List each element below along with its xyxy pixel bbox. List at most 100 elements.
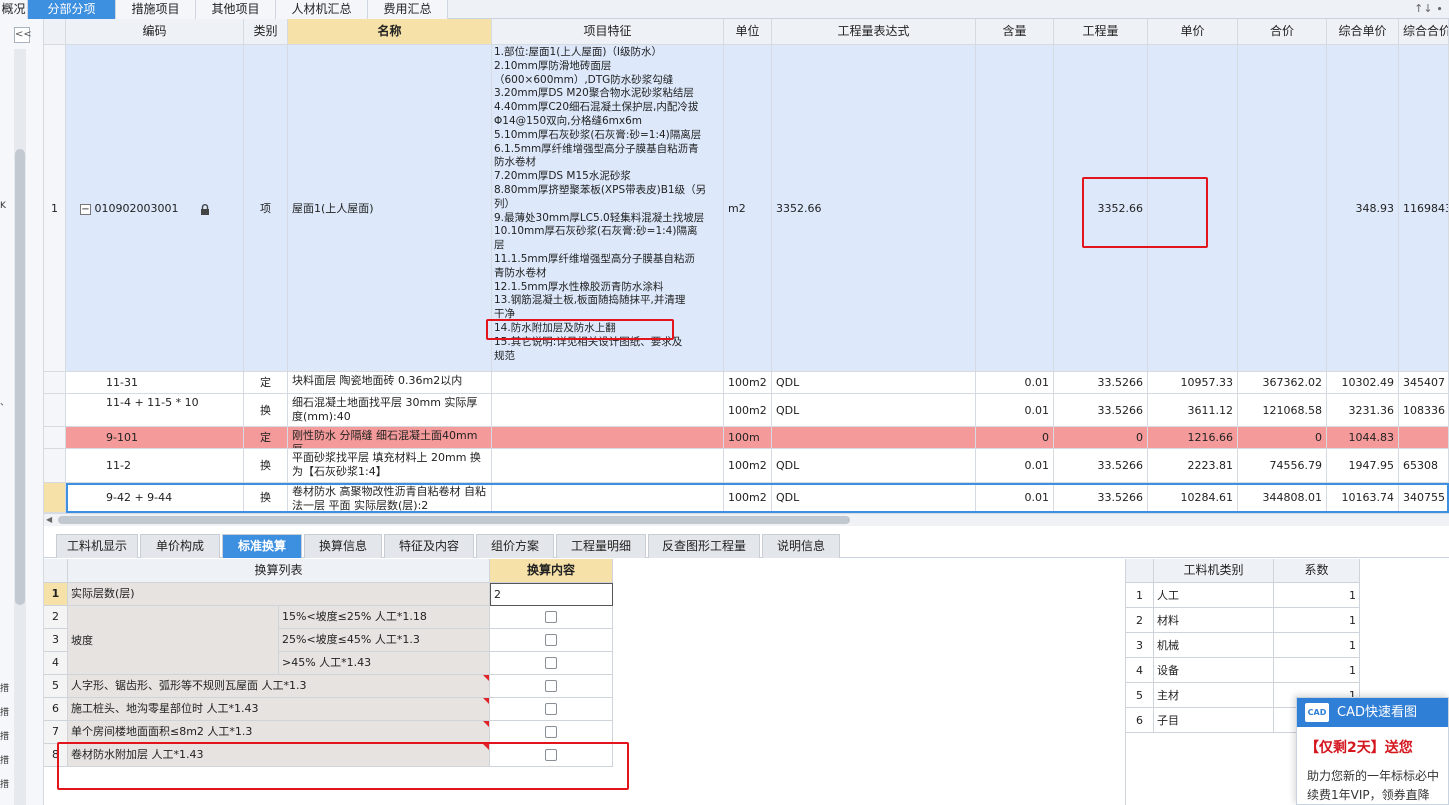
checkbox[interactable]: [545, 726, 557, 738]
sub-row-unit[interactable]: 100m2: [724, 372, 772, 394]
main-row-code-cell[interactable]: − 010902003001: [66, 45, 244, 372]
sub-row-comp_total[interactable]: 108336: [1399, 394, 1449, 427]
main-row-unit-price[interactable]: [1148, 45, 1238, 372]
sub-row-price[interactable]: 10957.33: [1148, 372, 1238, 394]
sub-row-total[interactable]: 344808.01: [1238, 483, 1327, 513]
header-content[interactable]: 含量: [976, 19, 1054, 45]
sub-row-qty[interactable]: 33.5266: [1054, 372, 1148, 394]
tab-quantity-detail[interactable]: 工程量明细: [556, 534, 646, 558]
checkbox[interactable]: [545, 634, 557, 646]
sub-row-category[interactable]: 换: [244, 449, 288, 483]
sub-row-price[interactable]: 10284.61: [1148, 483, 1238, 513]
main-row-content[interactable]: [976, 45, 1054, 372]
sub-row-content[interactable]: 0.01: [976, 449, 1054, 483]
cat-row-name[interactable]: 设备: [1154, 658, 1274, 683]
main-row-composite-total[interactable]: 1169843: [1399, 45, 1449, 372]
cat-row-name[interactable]: 子目: [1154, 708, 1274, 733]
scroll-left-icon[interactable]: ◀: [46, 514, 52, 526]
main-row-total[interactable]: [1238, 45, 1327, 372]
header-composite-total[interactable]: 综合合价: [1399, 19, 1449, 45]
sub-row-code[interactable]: 9-101: [66, 427, 244, 449]
header-unit-price[interactable]: 单价: [1148, 19, 1238, 45]
sub-row-unit[interactable]: 100m2: [724, 394, 772, 427]
sub-row-features[interactable]: [492, 372, 724, 394]
cad-viewer-popup[interactable]: CAD CAD快速看图 【仅剩2天】送您 助力您新的一年标标必中 续费1年VIP…: [1296, 697, 1449, 805]
tab-description-info[interactable]: 说明信息: [762, 534, 840, 558]
sub-row-content[interactable]: 0.01: [976, 394, 1054, 427]
sub-row-code[interactable]: 9-42 + 9-44: [66, 483, 244, 513]
header-name[interactable]: 名称: [288, 19, 492, 45]
cat-row-coefficient[interactable]: 1: [1274, 583, 1360, 608]
sub-row-expr[interactable]: [772, 427, 976, 449]
sort-icon[interactable]: ↑↓ ∙: [1414, 0, 1443, 19]
sub-row-qty[interactable]: 0: [1054, 427, 1148, 449]
sub-row-price[interactable]: 1216.66: [1148, 427, 1238, 449]
tab-reverse-graphic-quantity[interactable]: 反查图形工程量: [648, 534, 760, 558]
sub-row-category[interactable]: 换: [244, 394, 288, 427]
cat-row-name[interactable]: 主材: [1154, 683, 1274, 708]
tab-features-content[interactable]: 特征及内容: [384, 534, 474, 558]
main-row-quantity[interactable]: 3352.66: [1054, 45, 1148, 372]
sub-row-expr[interactable]: QDL: [772, 372, 976, 394]
sub-row-name[interactable]: 块料面层 陶瓷地面砖 0.36m2以内: [288, 372, 492, 394]
sub-row-comp_price[interactable]: 10302.49: [1327, 372, 1399, 394]
expand-toggle-icon[interactable]: −: [80, 203, 91, 215]
sub-row-unit[interactable]: 100m2: [724, 449, 772, 483]
sub-row-total[interactable]: 367362.02: [1238, 372, 1327, 394]
sub-row-comp_total[interactable]: 65308: [1399, 449, 1449, 483]
sub-row-features[interactable]: [492, 427, 724, 449]
grid-horizontal-scrollbar[interactable]: ◀: [44, 513, 1449, 526]
sub-row-code[interactable]: 11-2: [66, 449, 244, 483]
cat-row-name[interactable]: 人工: [1154, 583, 1274, 608]
sub-row-qty[interactable]: 33.5266: [1054, 394, 1148, 427]
sub-row-unit[interactable]: 100m2: [724, 483, 772, 513]
main-row-features[interactable]: 1.部位:屋面1(上人屋面)（Ⅰ级防水） 2.10mm厚防滑地砖面层 （600×60…: [492, 45, 724, 372]
conv-checkbox-cell[interactable]: [490, 652, 613, 675]
conv-checkbox-cell[interactable]: [490, 721, 613, 744]
cat-row-coefficient[interactable]: 1: [1274, 608, 1360, 633]
left-scrollbar-thumb[interactable]: [15, 149, 25, 605]
sub-row-code[interactable]: 11-31: [66, 372, 244, 394]
cat-row-name[interactable]: 材料: [1154, 608, 1274, 633]
sub-row-qty[interactable]: 33.5266: [1054, 483, 1148, 513]
main-row-name[interactable]: 屋面1(上人屋面): [288, 45, 492, 372]
tab-measures[interactable]: 措施项目: [116, 0, 196, 19]
tab-other-items[interactable]: 其他项目: [196, 0, 276, 19]
sub-row-unit[interactable]: 100m: [724, 427, 772, 449]
conv-checkbox-cell[interactable]: [490, 698, 613, 721]
sub-row-category[interactable]: 定: [244, 427, 288, 449]
conv-checkbox-cell[interactable]: [490, 606, 613, 629]
header-unit[interactable]: 单位: [724, 19, 772, 45]
tab-labor-material-summary[interactable]: 人材机汇总: [276, 0, 368, 19]
sub-row-price[interactable]: 2223.81: [1148, 449, 1238, 483]
sub-row-features[interactable]: [492, 394, 724, 427]
checkbox[interactable]: [545, 749, 557, 761]
sub-row-total[interactable]: 74556.79: [1238, 449, 1327, 483]
header-composite-unit-price[interactable]: 综合单价: [1327, 19, 1399, 45]
sub-row-category[interactable]: 换: [244, 483, 288, 513]
grid-scrollbar-thumb[interactable]: [58, 516, 850, 524]
sub-row-content[interactable]: 0: [976, 427, 1054, 449]
sub-row-expr[interactable]: QDL: [772, 449, 976, 483]
checkbox[interactable]: [545, 657, 557, 669]
header-total-price[interactable]: 合价: [1238, 19, 1327, 45]
sub-row-content[interactable]: 0.01: [976, 372, 1054, 394]
sub-row-features[interactable]: [492, 483, 724, 513]
tab-price-composition[interactable]: 单价构成: [140, 534, 220, 558]
sub-row-qty[interactable]: 33.5266: [1054, 449, 1148, 483]
header-category[interactable]: 类别: [244, 19, 288, 45]
sub-row-comp_price[interactable]: 1044.83: [1327, 427, 1399, 449]
sub-row-features[interactable]: [492, 449, 724, 483]
cat-row-coefficient[interactable]: 1: [1274, 633, 1360, 658]
main-row-unit[interactable]: m2: [724, 45, 772, 372]
layers-input[interactable]: 2: [490, 583, 613, 606]
main-row-expression[interactable]: 3352.66: [772, 45, 976, 372]
sub-row-expr[interactable]: QDL: [772, 483, 976, 513]
sub-row-name[interactable]: 卷材防水 高聚物改性沥青自粘卷材 自粘法一层 平面 实际层数(层):2: [288, 483, 492, 513]
sub-row-expr[interactable]: QDL: [772, 394, 976, 427]
tab-conversion-info[interactable]: 换算信息: [304, 534, 382, 558]
tab-fee-summary[interactable]: 费用汇总: [368, 0, 448, 19]
sub-row-comp_total[interactable]: 345407: [1399, 372, 1449, 394]
conv-checkbox-cell[interactable]: [490, 744, 613, 767]
main-row-category[interactable]: 项: [244, 45, 288, 372]
